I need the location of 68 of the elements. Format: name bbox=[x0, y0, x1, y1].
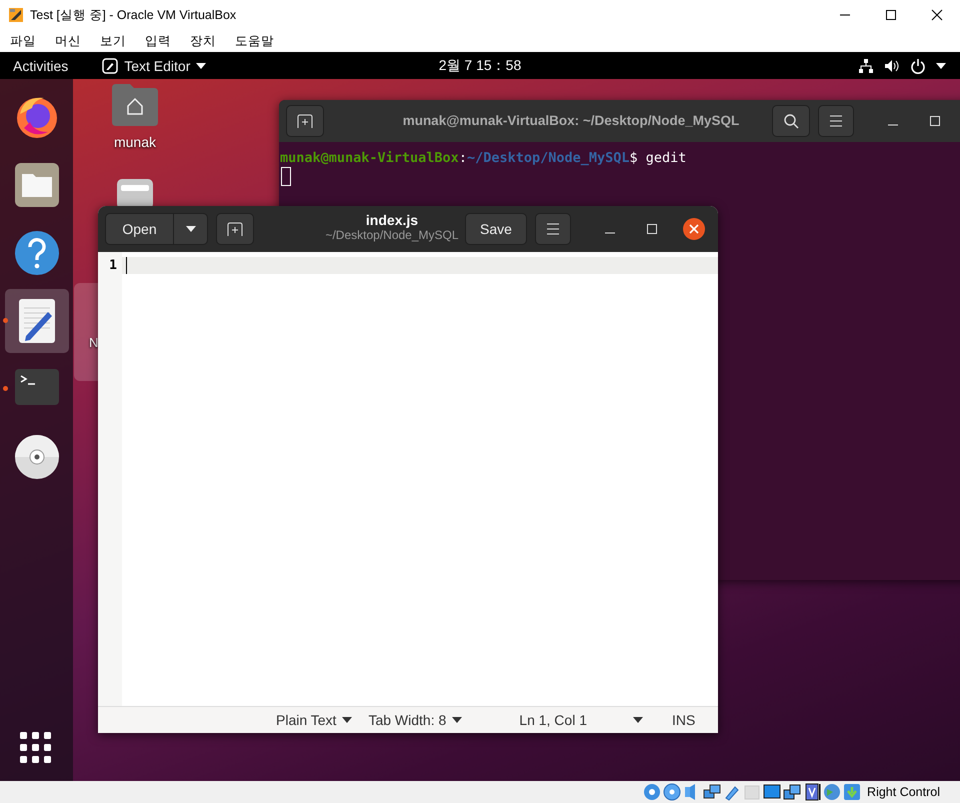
download-icon[interactable] bbox=[843, 783, 862, 801]
maximize-icon bbox=[930, 116, 940, 126]
menu-icon bbox=[546, 222, 560, 236]
editor-icon bbox=[102, 58, 118, 74]
open-button[interactable]: Open bbox=[105, 213, 174, 245]
network-icon[interactable] bbox=[703, 783, 722, 801]
cursor-position[interactable]: Ln 1, Col 1 bbox=[519, 712, 587, 728]
line-number: 1 bbox=[108, 257, 117, 274]
minimize-icon bbox=[605, 232, 615, 234]
tab-width-selector[interactable]: Tab Width: 8 bbox=[368, 712, 462, 728]
insert-mode: INS bbox=[672, 712, 696, 728]
search-button[interactable] bbox=[772, 105, 810, 137]
help-icon bbox=[14, 230, 60, 276]
text-cursor bbox=[126, 257, 127, 274]
save-button[interactable]: Save bbox=[465, 213, 527, 245]
menu-item[interactable]: 파일 bbox=[6, 32, 40, 50]
position-dropdown-button[interactable] bbox=[633, 717, 643, 723]
app-grid-icon[interactable] bbox=[20, 732, 51, 763]
caret-icon bbox=[186, 226, 196, 232]
menu-item[interactable]: 입력 bbox=[141, 32, 175, 50]
maximize-icon bbox=[885, 9, 897, 21]
new-tab-icon bbox=[297, 114, 313, 128]
menu-icon bbox=[829, 114, 843, 128]
dock-item[interactable] bbox=[4, 289, 68, 353]
icon-label: N bbox=[89, 335, 98, 350]
caret-icon bbox=[633, 717, 643, 723]
power-icon[interactable] bbox=[910, 58, 926, 74]
document-title: index.js bbox=[366, 212, 418, 228]
clock[interactable]: 2월 7 15：58 bbox=[438, 57, 522, 73]
menu-item[interactable]: 머신 bbox=[51, 32, 85, 50]
hard-disk-icon[interactable] bbox=[643, 783, 662, 801]
volume-icon[interactable] bbox=[884, 58, 900, 74]
host-key-label: Right Control bbox=[867, 785, 940, 799]
document-path: ~/Desktop/Node_MySQL bbox=[325, 228, 459, 242]
window-title: Test [실행 중] - Oracle VM VirtualBox bbox=[30, 6, 238, 24]
menu-item[interactable]: 장치 bbox=[186, 32, 220, 50]
terminal-cursor bbox=[281, 167, 291, 186]
new-tab-button[interactable] bbox=[286, 105, 324, 137]
caret-icon bbox=[452, 717, 462, 723]
desktop-icon-highlight[interactable]: N bbox=[74, 283, 98, 381]
close-icon bbox=[931, 9, 943, 21]
menu-item[interactable]: 보기 bbox=[96, 32, 130, 50]
window-title: munak@munak-VirtualBox: ~/Desktop/Node_MySQL bbox=[402, 113, 740, 128]
display-icon[interactable] bbox=[763, 783, 782, 801]
caret-icon bbox=[196, 62, 206, 68]
search-icon bbox=[783, 113, 799, 129]
folder-icon bbox=[14, 162, 60, 208]
menu-button[interactable] bbox=[818, 105, 854, 137]
open-dropdown-button[interactable] bbox=[174, 213, 208, 245]
caret-icon bbox=[342, 717, 352, 723]
language-selector[interactable]: Plain Text bbox=[276, 712, 352, 728]
icon-label: munak bbox=[114, 134, 156, 150]
network-icon[interactable] bbox=[858, 58, 874, 74]
minimize-icon bbox=[888, 124, 898, 126]
maximize-icon bbox=[647, 224, 657, 234]
activities-button[interactable]: Activities bbox=[13, 58, 68, 74]
new-tab-icon bbox=[227, 222, 243, 236]
prompt-line: munak@munak-VirtualBox:~/Desktop/Node_MySQL$ gedit bbox=[280, 149, 688, 167]
new-tab-button[interactable] bbox=[216, 213, 254, 245]
disc-icon bbox=[14, 434, 60, 480]
close-icon bbox=[689, 224, 699, 234]
app-menu[interactable]: Text Editor bbox=[102, 58, 206, 74]
caret-icon[interactable] bbox=[936, 62, 946, 68]
menu-item[interactable]: 도움말 bbox=[231, 32, 278, 50]
windows-icon[interactable] bbox=[783, 783, 802, 801]
optical-drive-icon[interactable] bbox=[663, 783, 682, 801]
menu-button[interactable] bbox=[535, 213, 571, 245]
app-logo-icon bbox=[8, 7, 24, 23]
